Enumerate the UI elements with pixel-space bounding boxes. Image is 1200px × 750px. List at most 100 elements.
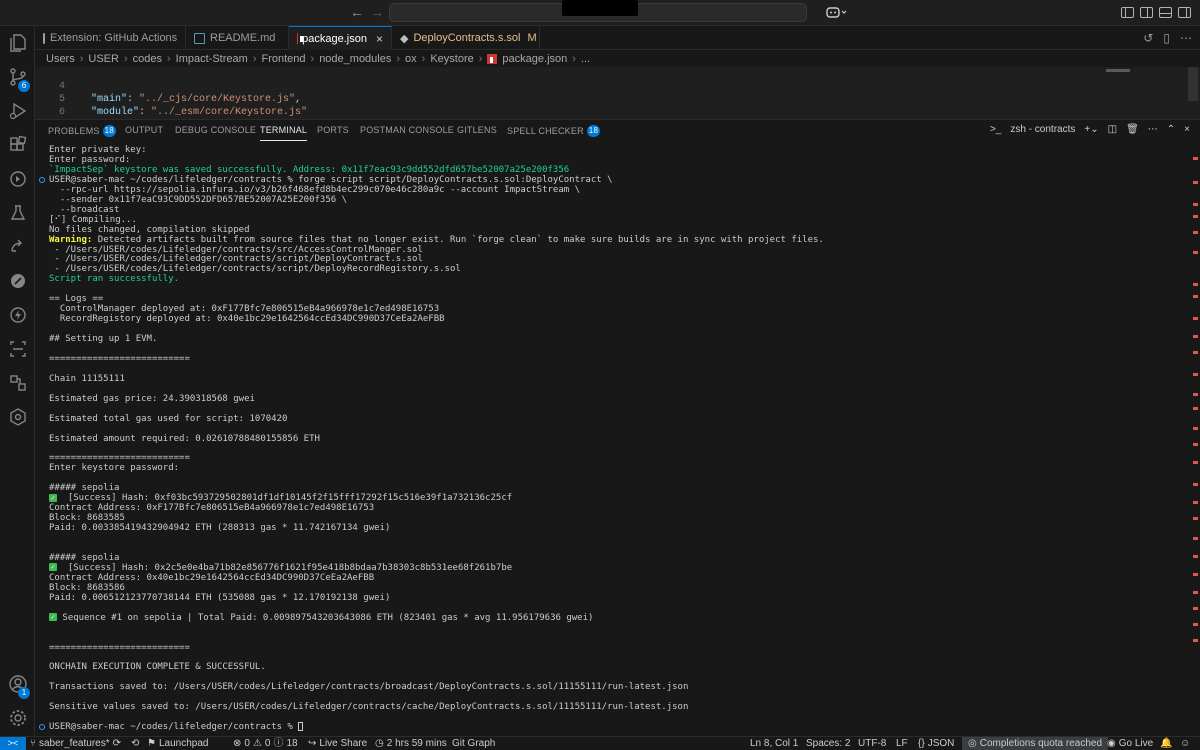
terminal-line: `ImpactSep` keystore was saved successfu… bbox=[49, 164, 570, 175]
live-share-item[interactable]: ↪ Live Share bbox=[308, 737, 367, 750]
accounts-icon[interactable]: 1 bbox=[0, 669, 35, 699]
terminal-output[interactable]: Enter private key: Enter password: `Impact… bbox=[35, 145, 1185, 735]
tab-spell-checker[interactable]: SPELL CHECKER 18 bbox=[507, 125, 601, 137]
remote-explorer-icon[interactable] bbox=[0, 232, 35, 262]
scan-icon[interactable] bbox=[0, 334, 35, 364]
code-line: 6 } bbox=[58, 107, 87, 131]
kill-terminal-icon[interactable]: 🗑 bbox=[1126, 124, 1139, 135]
tab-package-json[interactable]: package.json × bbox=[289, 26, 392, 50]
new-terminal-icon[interactable]: +⌄ bbox=[1084, 124, 1098, 135]
dependencies-icon[interactable] bbox=[0, 368, 35, 398]
tab-problems[interactable]: PROBLEMS 18 bbox=[48, 125, 116, 137]
remote-indicator-icon[interactable]: >< bbox=[0, 737, 26, 750]
gitlens-icon[interactable] bbox=[0, 402, 35, 432]
tab-ports[interactable]: PORTS bbox=[317, 125, 349, 135]
terminal-line: - /Users/USER/codes/Lifeledger/contracts… bbox=[49, 264, 461, 275]
indentation[interactable]: Spaces: 2 bbox=[806, 737, 850, 750]
command-decoration-icon[interactable] bbox=[39, 724, 45, 731]
code-line: 7 bbox=[35, 106, 65, 131]
wakatime-item[interactable]: ◷ 2 hrs 59 mins bbox=[375, 737, 447, 750]
postman-icon[interactable] bbox=[0, 266, 35, 296]
overview-ruler-mark bbox=[1193, 335, 1198, 338]
toggle-editor-layout-icon[interactable] bbox=[1140, 7, 1153, 18]
tab-postman-console[interactable]: POSTMAN CONSOLE bbox=[360, 125, 454, 135]
copilot-quota-item[interactable]: ◎ Completions quota reached bbox=[962, 737, 1109, 750]
explorer-icon[interactable] bbox=[0, 28, 35, 58]
run-debug-icon[interactable] bbox=[0, 96, 35, 126]
notifications-icon[interactable]: 🔔 bbox=[1160, 737, 1172, 750]
breadcrumb-item[interactable]: ... bbox=[581, 53, 590, 65]
breadcrumb-item[interactable]: Keystore bbox=[430, 53, 473, 65]
toggle-primary-sidebar-icon[interactable] bbox=[1121, 7, 1134, 18]
back-arrow-icon[interactable]: ← bbox=[350, 4, 364, 20]
breadcrumb-item[interactable]: Users bbox=[46, 53, 75, 65]
more-actions-icon[interactable]: ⋯ bbox=[1148, 124, 1158, 135]
breadcrumb-item[interactable]: USER bbox=[88, 53, 119, 65]
settings-gear-icon[interactable] bbox=[0, 703, 35, 733]
check-mark-icon: ✓ bbox=[49, 613, 57, 622]
testing-icon[interactable] bbox=[0, 198, 35, 228]
tab-debug-console[interactable]: DEBUG CONSOLE bbox=[175, 125, 256, 135]
overview-ruler-mark bbox=[1193, 351, 1198, 354]
terminal-name[interactable]: zsh - contracts bbox=[1010, 124, 1075, 135]
terminal-line: Paid: 0.003385419432904942 ETH (288313 g… bbox=[49, 523, 391, 534]
go-live-item[interactable]: ◉ Go Live bbox=[1107, 737, 1153, 750]
encoding[interactable]: UTF-8 bbox=[858, 737, 886, 750]
terminal-line: ✓ [Success] Hash: 0xf03bc593729502801df1… bbox=[49, 493, 513, 504]
toggle-secondary-sidebar-icon[interactable] bbox=[1178, 7, 1191, 18]
breadcrumb-item[interactable]: Frontend bbox=[261, 53, 305, 65]
tab-gitlens[interactable]: GITLENS bbox=[457, 125, 497, 135]
cursor-position[interactable]: Ln 8, Col 1 bbox=[750, 737, 798, 750]
tab-extension-github-actions[interactable]: Extension: GitHub Actions bbox=[35, 26, 186, 50]
split-terminal-icon[interactable]: ◫ bbox=[1108, 124, 1117, 135]
end-of-line[interactable]: LF bbox=[896, 737, 908, 750]
feedback-icon[interactable]: ☺ bbox=[1180, 737, 1190, 750]
terminal-line: ========================== bbox=[49, 453, 190, 464]
github-actions-icon[interactable] bbox=[0, 164, 35, 194]
overview-ruler-mark bbox=[1193, 623, 1198, 626]
minimap[interactable] bbox=[1106, 69, 1130, 72]
terminal-line: USER@saber-mac ~/codes/lifeledger/contra… bbox=[49, 722, 304, 732]
toggle-panel-icon[interactable] bbox=[1159, 7, 1172, 18]
editor-scrollbar[interactable] bbox=[1188, 67, 1198, 101]
tab-deploycontracts[interactable]: ◆ DeployContracts.s.sol M bbox=[392, 26, 540, 50]
close-icon[interactable]: × bbox=[376, 32, 383, 46]
overview-ruler-mark bbox=[1193, 607, 1198, 610]
maximize-panel-icon[interactable]: ⌃ bbox=[1167, 124, 1175, 135]
breadcrumb-item[interactable]: package.json bbox=[502, 53, 567, 65]
breadcrumb-item[interactable]: ox bbox=[405, 53, 417, 65]
git-graph-item[interactable]: Git Graph bbox=[452, 737, 495, 750]
publish-icon[interactable]: ⟲ bbox=[131, 737, 139, 750]
timeline-icon[interactable]: ↺ bbox=[1143, 31, 1153, 45]
command-decoration-icon[interactable] bbox=[39, 176, 45, 183]
breadcrumb-item[interactable]: codes bbox=[133, 53, 162, 65]
launchpad-item[interactable]: ⚑ Launchpad bbox=[147, 737, 208, 750]
terminal-line: --sender 0x11f7eaC93C9DD552DFD657BE52007… bbox=[49, 194, 348, 205]
forward-arrow-icon[interactable]: → bbox=[370, 4, 384, 20]
terminal-line: ONCHAIN EXECUTION COMPLETE & SUCCESSFUL. bbox=[49, 662, 266, 673]
more-actions-icon[interactable]: ⋯ bbox=[1180, 31, 1192, 45]
breadcrumb-item[interactable]: Impact-Stream bbox=[176, 53, 248, 65]
live-share-icon: ↪ bbox=[308, 738, 317, 749]
language-mode[interactable]: {} JSON bbox=[918, 737, 954, 750]
editor-actions: ↺ ▯ ⋯ bbox=[1143, 31, 1192, 45]
close-panel-icon[interactable]: × bbox=[1184, 124, 1190, 135]
terminal-line: - /Users/USER/codes/Lifeledger/contracts… bbox=[49, 244, 423, 255]
tab-terminal[interactable]: TERMINAL bbox=[260, 125, 308, 141]
terminal-line: - /Users/USER/codes/Lifeledger/contracts… bbox=[49, 254, 423, 265]
terminal-line: ## Setting up 1 EVM. bbox=[49, 334, 158, 345]
tab-output[interactable]: OUTPUT bbox=[125, 125, 163, 135]
problems-indicator[interactable]: ⊗ 0 ⚠ 0 ⓘ 18 bbox=[233, 737, 298, 750]
source-control-badge: 6 bbox=[18, 80, 30, 92]
copilot-icon[interactable] bbox=[826, 5, 848, 21]
overview-ruler-mark bbox=[1193, 231, 1198, 234]
terminal-line: Warning: Detected artifacts built from s… bbox=[49, 234, 824, 245]
branch-indicator[interactable]: ⑂ saber_features* ⟳ bbox=[30, 737, 121, 750]
split-editor-icon[interactable]: ▯ bbox=[1163, 31, 1170, 45]
thunder-client-icon[interactable] bbox=[0, 300, 35, 330]
breadcrumb-item[interactable]: node_modules bbox=[319, 53, 391, 65]
extensions-icon[interactable] bbox=[0, 130, 35, 160]
tab-readme[interactable]: README.md bbox=[186, 26, 289, 50]
source-control-icon[interactable]: 6 bbox=[0, 62, 35, 92]
code-editor[interactable]: 4 "main": "../_cjs/core/Keystore.js", 5 … bbox=[35, 67, 1200, 131]
